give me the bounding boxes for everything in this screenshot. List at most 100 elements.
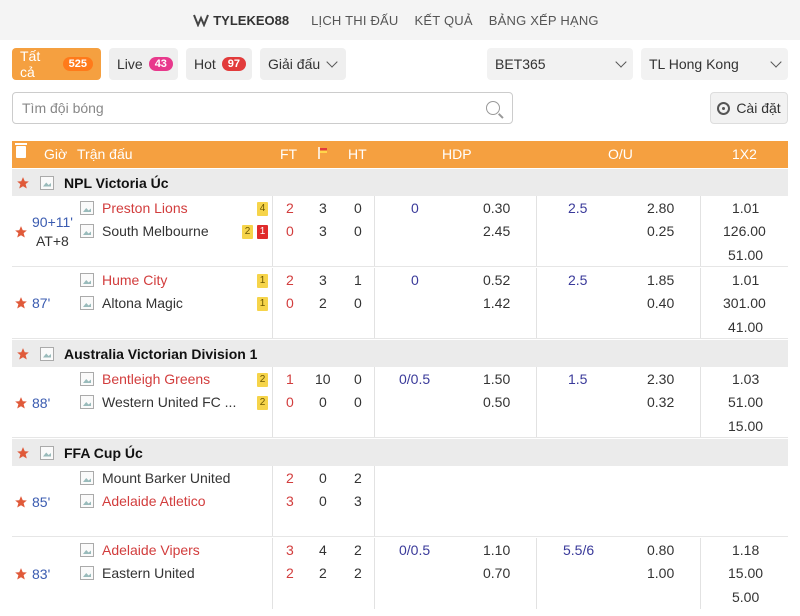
ou-odds-over[interactable]: 2.80 xyxy=(647,200,674,216)
ft-home: 3 xyxy=(286,542,294,558)
home-team[interactable]: Bentleigh Greens xyxy=(102,371,210,387)
away-team[interactable]: Eastern United xyxy=(102,565,195,581)
match-row[interactable]: 83' Adelaide Vipers Eastern United 3 2 4… xyxy=(12,538,788,609)
yellow-card-count: 1 xyxy=(257,297,268,311)
ou-odds-under[interactable]: 0.25 xyxy=(647,223,674,239)
hdp-odds-away[interactable]: 0.50 xyxy=(483,394,510,410)
star-icon[interactable] xyxy=(16,347,30,361)
ou-odds-under[interactable]: 1.00 xyxy=(647,565,674,581)
corners-away: 0 xyxy=(319,394,327,410)
star-icon[interactable] xyxy=(14,225,28,239)
yellow-card-count: 2 xyxy=(257,373,268,387)
home-team[interactable]: Adelaide Vipers xyxy=(102,542,200,558)
ou-odds-over[interactable]: 1.85 xyxy=(647,272,674,288)
odds-2[interactable]: 51.00 xyxy=(728,394,763,410)
odds-type-value: TL Hong Kong xyxy=(649,56,739,72)
search-icon[interactable] xyxy=(486,101,500,115)
chevron-down-icon xyxy=(615,56,627,68)
nav-link-schedule[interactable]: LỊCH THI ĐẤU xyxy=(311,13,398,28)
league-row[interactable]: FFA Cup Úc xyxy=(12,439,788,466)
bookmaker-value: BET365 xyxy=(495,56,546,72)
ou-odds-over[interactable]: 0.80 xyxy=(647,542,674,558)
odds-2[interactable]: 15.00 xyxy=(728,565,763,581)
odds-1[interactable]: 1.03 xyxy=(732,371,759,387)
match-row[interactable]: 87' Hume City 1 Altona Magic 1 2 0 3 2 1… xyxy=(12,268,788,339)
match-row[interactable]: 88' Bentleigh Greens 2 Western United FC… xyxy=(12,367,788,438)
ou-odds-under[interactable]: 0.32 xyxy=(647,394,674,410)
hdp-odds-away[interactable]: 2.45 xyxy=(483,223,510,239)
league-filter-dropdown[interactable]: Giải đấu xyxy=(260,48,346,80)
league-row[interactable]: Australia Victorian Division 1 xyxy=(12,340,788,367)
hdp-odds-home[interactable]: 1.10 xyxy=(483,542,510,558)
odds-1[interactable]: 1.01 xyxy=(732,272,759,288)
ou-odds-over[interactable]: 2.30 xyxy=(647,371,674,387)
home-team[interactable]: Mount Barker United xyxy=(102,470,230,486)
home-team[interactable]: Preston Lions xyxy=(102,200,188,216)
away-team[interactable]: South Melbourne xyxy=(102,223,209,239)
ft-home: 1 xyxy=(286,371,294,387)
filter-hot-label: Hot xyxy=(194,56,216,72)
nav-link-standings[interactable]: BẢNG XẾP HẠNG xyxy=(489,13,599,28)
ft-away: 0 xyxy=(286,295,294,311)
ou-odds-under[interactable]: 0.40 xyxy=(647,295,674,311)
ht-away: 2 xyxy=(354,565,362,581)
league-name: FFA Cup Úc xyxy=(64,444,143,461)
brand[interactable]: TYLEKEO88 xyxy=(193,13,289,28)
ft-away: 0 xyxy=(286,223,294,239)
hdp-odds-home[interactable]: 0.30 xyxy=(483,200,510,216)
col-1x2: 1X2 xyxy=(732,146,757,162)
odds-type-select[interactable]: TL Hong Kong xyxy=(641,48,788,80)
odds-x[interactable]: 5.00 xyxy=(732,589,759,605)
away-team[interactable]: Altona Magic xyxy=(102,295,183,311)
star-icon[interactable] xyxy=(14,396,28,410)
odds-x[interactable]: 51.00 xyxy=(728,247,763,263)
yellow-card-count: 2 xyxy=(242,225,253,239)
ht-away: 0 xyxy=(354,223,362,239)
bookmaker-select[interactable]: BET365 xyxy=(487,48,633,80)
filter-hot-count: 97 xyxy=(221,57,247,71)
odds-1[interactable]: 1.18 xyxy=(732,542,759,558)
corners-home: 4 xyxy=(319,542,327,558)
star-icon[interactable] xyxy=(14,567,28,581)
odds-1[interactable]: 1.01 xyxy=(732,200,759,216)
star-icon[interactable] xyxy=(14,495,28,509)
corners-home: 3 xyxy=(319,200,327,216)
hdp-line: 0/0.5 xyxy=(399,542,431,558)
star-icon[interactable] xyxy=(14,296,28,310)
odds-2[interactable]: 126.00 xyxy=(723,223,766,239)
chevron-down-icon xyxy=(326,56,338,68)
brand-logo-icon xyxy=(193,13,210,28)
settings-button[interactable]: Cài đặt xyxy=(710,92,788,124)
yellow-card-count: 4 xyxy=(257,202,268,216)
team-logo-icon xyxy=(80,296,94,310)
star-icon[interactable] xyxy=(16,446,30,460)
hdp-odds-away[interactable]: 1.42 xyxy=(483,295,510,311)
nav-link-results[interactable]: KẾT QUẢ xyxy=(415,13,473,28)
odds-x[interactable]: 41.00 xyxy=(728,319,763,335)
match-row[interactable]: 90+11' AT+8 Preston Lions 4 South Melbou… xyxy=(12,196,788,267)
col-ou: O/U xyxy=(608,146,633,162)
star-icon[interactable] xyxy=(16,176,30,190)
home-team[interactable]: Hume City xyxy=(102,272,167,288)
filter-hot-button[interactable]: Hot 97 xyxy=(186,48,252,80)
away-team[interactable]: Western United FC ... xyxy=(102,394,236,410)
col-ft: FT xyxy=(280,146,298,162)
away-team[interactable]: Adelaide Atletico xyxy=(102,493,206,509)
filter-all-button[interactable]: Tất cả 525 xyxy=(12,48,101,80)
hdp-odds-home[interactable]: 1.50 xyxy=(483,371,510,387)
corners-home: 3 xyxy=(319,272,327,288)
team-logo-icon xyxy=(80,494,94,508)
trash-icon[interactable] xyxy=(15,143,27,158)
ft-away: 0 xyxy=(286,394,294,410)
odds-x[interactable]: 15.00 xyxy=(728,418,763,434)
gear-icon xyxy=(717,101,731,115)
league-row[interactable]: NPL Victoria Úc xyxy=(12,169,788,196)
odds-2[interactable]: 301.00 xyxy=(723,295,766,311)
league-logo-icon xyxy=(40,175,54,190)
match-row[interactable]: 85' Mount Barker United Adelaide Atletic… xyxy=(12,466,788,537)
search-input[interactable] xyxy=(13,100,486,116)
hdp-odds-home[interactable]: 0.52 xyxy=(483,272,510,288)
filter-live-button[interactable]: Live 43 xyxy=(109,48,178,80)
hdp-odds-away[interactable]: 0.70 xyxy=(483,565,510,581)
filter-live-label: Live xyxy=(117,56,143,72)
